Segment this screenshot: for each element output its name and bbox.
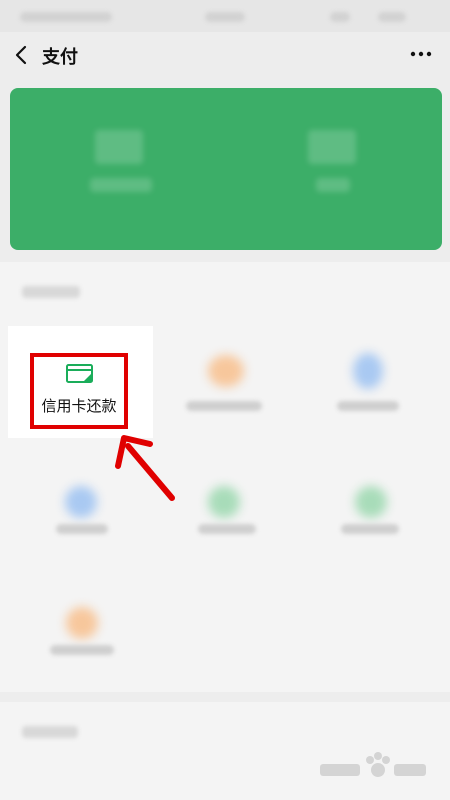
more-horizontal-icon[interactable] xyxy=(410,46,432,62)
service-tile[interactable] xyxy=(295,460,445,580)
status-carrier-blur xyxy=(20,12,112,22)
wallet-balance-label-blur xyxy=(316,178,350,192)
wallet-pay-icon-blur xyxy=(95,130,143,164)
status-time-blur xyxy=(205,12,245,22)
service-tile[interactable] xyxy=(295,325,445,445)
service-tile[interactable] xyxy=(10,585,160,705)
service-icon-blur xyxy=(208,486,240,518)
service-icon-blur xyxy=(65,486,97,518)
status-bar xyxy=(0,0,450,32)
section-title-blur xyxy=(22,726,78,738)
wallet-balance-icon-blur xyxy=(308,130,356,164)
arrow-annotation-icon xyxy=(115,435,175,501)
service-icon-blur xyxy=(353,353,383,389)
nav-header: 支付 xyxy=(0,32,450,78)
service-label-blur xyxy=(186,401,262,411)
credit-card-icon xyxy=(66,364,93,383)
page-title: 支付 xyxy=(42,47,78,68)
service-icon-blur xyxy=(66,607,98,639)
service-label-blur xyxy=(56,524,108,534)
service-tile[interactable] xyxy=(150,325,300,445)
service-label-blur xyxy=(337,401,399,411)
service-label-blur xyxy=(198,524,256,534)
wallet-card[interactable] xyxy=(10,88,442,250)
credit-card-repay-label[interactable]: 信用卡还款 xyxy=(30,395,128,416)
section-title-blur xyxy=(22,286,80,298)
watermark-logo xyxy=(320,752,426,777)
wallet-pay-label-blur xyxy=(90,178,152,192)
status-battery-blur xyxy=(378,12,406,22)
service-label-blur xyxy=(341,524,399,534)
status-signal-blur xyxy=(330,12,350,22)
service-label-blur xyxy=(50,645,114,655)
chevron-left-icon[interactable] xyxy=(12,44,32,66)
service-icon-blur xyxy=(208,355,244,387)
service-icon-blur xyxy=(355,486,387,518)
